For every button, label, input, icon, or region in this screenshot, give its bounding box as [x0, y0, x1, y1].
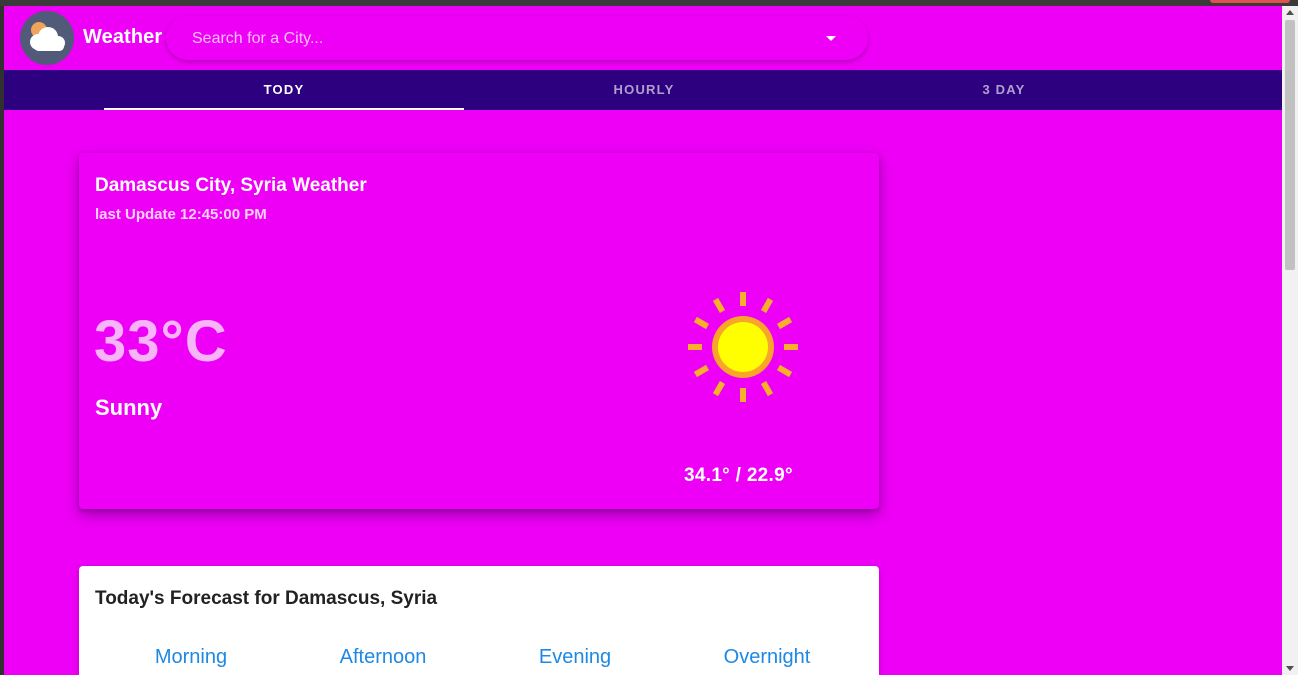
browser-tab-indicator — [1210, 0, 1290, 3]
caret-down-icon[interactable] — [826, 36, 836, 41]
forecast-period-overnight[interactable]: Overnight — [671, 646, 863, 669]
high-low-temperature: 34.1° / 22.9° — [684, 465, 793, 486]
weather-condition: Sunny — [95, 395, 163, 420]
app-bar: Weather — [4, 6, 1282, 70]
scroll-up-arrow-icon[interactable] — [1286, 10, 1294, 15]
sun-icon — [681, 285, 805, 409]
cloud-sun-icon — [20, 11, 74, 65]
current-weather-card: Damascus City, Syria Weather last Update… — [79, 153, 879, 509]
todays-forecast-card: Today's Forecast for Damascus, Syria Mor… — [79, 566, 879, 675]
scrollbar-thumb[interactable] — [1285, 20, 1295, 270]
forecast-period-afternoon[interactable]: Afternoon — [287, 646, 479, 669]
tab-today[interactable]: TODY — [104, 70, 464, 110]
forecast-title: Today's Forecast for Damascus, Syria — [95, 588, 438, 609]
current-weather-title: Damascus City, Syria Weather — [95, 175, 367, 196]
tab-3-day[interactable]: 3 DAY — [824, 70, 1184, 110]
tab-bar: TODY HOURLY 3 DAY — [4, 70, 1282, 110]
forecast-period-evening[interactable]: Evening — [479, 646, 671, 669]
tab-hourly[interactable]: HOURLY — [464, 70, 824, 110]
active-tab-indicator — [104, 108, 464, 110]
page-scrollbar[interactable] — [1282, 6, 1298, 675]
forecast-period-morning[interactable]: Morning — [95, 646, 287, 669]
last-update-text: last Update 12:45:00 PM — [95, 206, 267, 223]
scroll-down-arrow-icon[interactable] — [1286, 666, 1294, 671]
page-viewport: Weather TODY HOURLY 3 DAY Damascus City,… — [4, 6, 1282, 675]
app-title: Weather — [83, 26, 163, 48]
current-temperature: 33°C — [94, 309, 228, 374]
city-search-box[interactable] — [166, 16, 868, 62]
city-search-input[interactable] — [190, 16, 814, 62]
